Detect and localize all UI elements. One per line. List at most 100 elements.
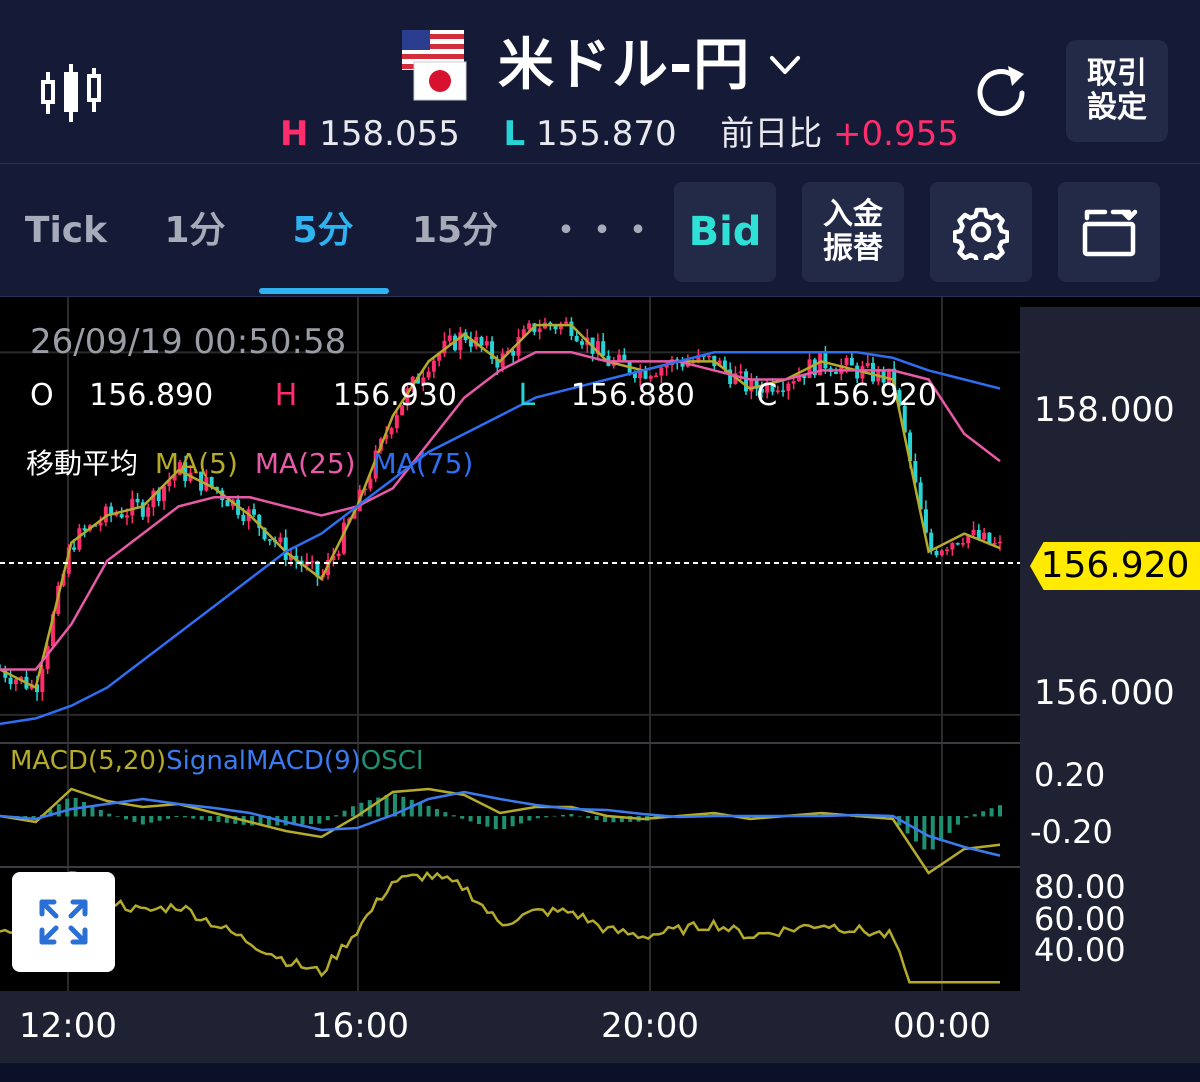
candle-body bbox=[955, 543, 960, 545]
chart-settings-button[interactable] bbox=[930, 182, 1032, 282]
osci-bar bbox=[594, 816, 599, 821]
osci-bar bbox=[939, 816, 944, 842]
osci-bar bbox=[947, 816, 952, 833]
osci-bar bbox=[149, 816, 154, 823]
deposit-transfer-button[interactable]: 入金 振替 bbox=[802, 182, 904, 282]
ma5-label: MA(5) bbox=[154, 447, 238, 480]
candle-body bbox=[823, 351, 828, 369]
candlestick-icon[interactable] bbox=[38, 62, 104, 124]
tab-1min[interactable]: 1分 bbox=[150, 206, 240, 256]
candle-body bbox=[601, 341, 606, 356]
candle-body bbox=[960, 543, 965, 545]
osci-bar bbox=[166, 816, 171, 819]
candle-body bbox=[389, 428, 394, 435]
candle-body bbox=[119, 514, 124, 518]
low-value: 156.880 bbox=[570, 378, 695, 413]
candle-body bbox=[511, 350, 516, 356]
osci-bar bbox=[527, 816, 532, 821]
osci-bar bbox=[216, 816, 221, 822]
osci-bar bbox=[182, 816, 187, 818]
osci-bar bbox=[493, 816, 498, 830]
change-value: +0.955 bbox=[833, 114, 959, 154]
refresh-icon[interactable] bbox=[968, 60, 1034, 126]
candle-body bbox=[654, 375, 659, 378]
currency-pair-title[interactable]: 米ドル-円 bbox=[498, 28, 750, 104]
osci-bar bbox=[325, 816, 330, 821]
osci-bar bbox=[317, 816, 322, 824]
candle-body bbox=[72, 547, 77, 550]
osci-bar bbox=[577, 815, 582, 817]
osci-bar bbox=[56, 804, 61, 817]
candle-body bbox=[479, 336, 484, 346]
open-label: O bbox=[30, 378, 54, 413]
candle-body bbox=[130, 498, 135, 516]
candle-body bbox=[706, 355, 711, 358]
low-label: L bbox=[518, 378, 536, 413]
candle-body bbox=[865, 362, 870, 367]
ma-legend: 移動平均 MA(5) MA(25) MA(75) bbox=[26, 442, 481, 482]
trade-settings-button[interactable]: 取引 設定 bbox=[1066, 40, 1168, 142]
osci-bar bbox=[443, 812, 448, 817]
osci-bar bbox=[930, 816, 935, 850]
candle-body bbox=[580, 341, 585, 345]
candle-body bbox=[40, 669, 45, 693]
more-timeframes-button[interactable]: ・・・ bbox=[548, 206, 656, 256]
time-tick-1600: 16:00 bbox=[311, 1006, 409, 1046]
expand-chart-button[interactable] bbox=[12, 872, 115, 972]
ma75-label: MA(75) bbox=[372, 447, 474, 480]
header-bar: 米ドル-円 H 158.055 L 155.870 前日比 +0.955 取引 … bbox=[0, 0, 1200, 164]
bid-ask-toggle[interactable]: Bid bbox=[674, 182, 776, 282]
rotate-screen-button[interactable] bbox=[1058, 182, 1160, 282]
candle-body bbox=[336, 553, 341, 556]
tab-tick[interactable]: Tick bbox=[18, 206, 114, 256]
price-tick-158: 158.000 bbox=[1034, 390, 1175, 430]
osci-bar bbox=[502, 816, 507, 830]
candle-body bbox=[135, 498, 140, 503]
candle-body bbox=[945, 549, 950, 552]
tab-5min[interactable]: 5分 bbox=[278, 206, 368, 256]
osci-bar bbox=[334, 815, 339, 817]
osci-bar bbox=[115, 816, 120, 817]
osci-bar bbox=[981, 811, 986, 817]
candle-body bbox=[564, 321, 569, 324]
osci-bar bbox=[107, 813, 112, 817]
close-value: 156.920 bbox=[812, 378, 937, 413]
macd-legend: MACD(5,20)SignalMACD(9)OSCI bbox=[10, 746, 424, 776]
chevron-down-icon[interactable] bbox=[768, 50, 802, 80]
japan-flag-icon bbox=[413, 61, 467, 101]
osci-bar bbox=[199, 816, 204, 820]
candle-body bbox=[574, 335, 579, 342]
time-tick-2000: 20:00 bbox=[601, 1006, 699, 1046]
osci-bar bbox=[535, 816, 540, 819]
candle-body bbox=[394, 415, 399, 429]
price-tick-156: 156.000 bbox=[1034, 673, 1175, 713]
osci-bar bbox=[90, 806, 95, 817]
candle-body bbox=[553, 325, 558, 330]
osci-bar bbox=[569, 814, 574, 817]
osci-bar bbox=[426, 806, 431, 817]
osci-bar bbox=[342, 810, 347, 817]
candle-body bbox=[278, 537, 283, 543]
candle-body bbox=[950, 543, 955, 550]
osci-bar bbox=[544, 816, 549, 818]
low-label: L bbox=[503, 114, 526, 154]
osci-bar bbox=[140, 816, 145, 825]
gear-icon bbox=[953, 207, 1009, 260]
candle-body bbox=[527, 323, 532, 330]
candle-body bbox=[484, 341, 489, 346]
active-tab-indicator bbox=[259, 288, 389, 294]
osci-bar bbox=[174, 816, 179, 817]
currency-flags bbox=[400, 28, 468, 104]
osci-bar bbox=[561, 814, 566, 817]
high-value: 158.055 bbox=[319, 114, 460, 154]
low-value: 155.870 bbox=[536, 114, 677, 154]
price-stats: H 158.055 L 155.870 前日比 +0.955 bbox=[280, 112, 959, 156]
candle-body bbox=[939, 550, 944, 556]
candle-body bbox=[431, 360, 436, 372]
candle-body bbox=[426, 371, 431, 378]
osci-label: OSCI bbox=[360, 746, 424, 776]
osci-bar bbox=[989, 808, 994, 817]
tab-15min[interactable]: 15分 bbox=[405, 206, 505, 256]
time-axis: 12:00 16:00 20:00 00:00 bbox=[0, 991, 1200, 1063]
candle-body bbox=[124, 515, 129, 518]
